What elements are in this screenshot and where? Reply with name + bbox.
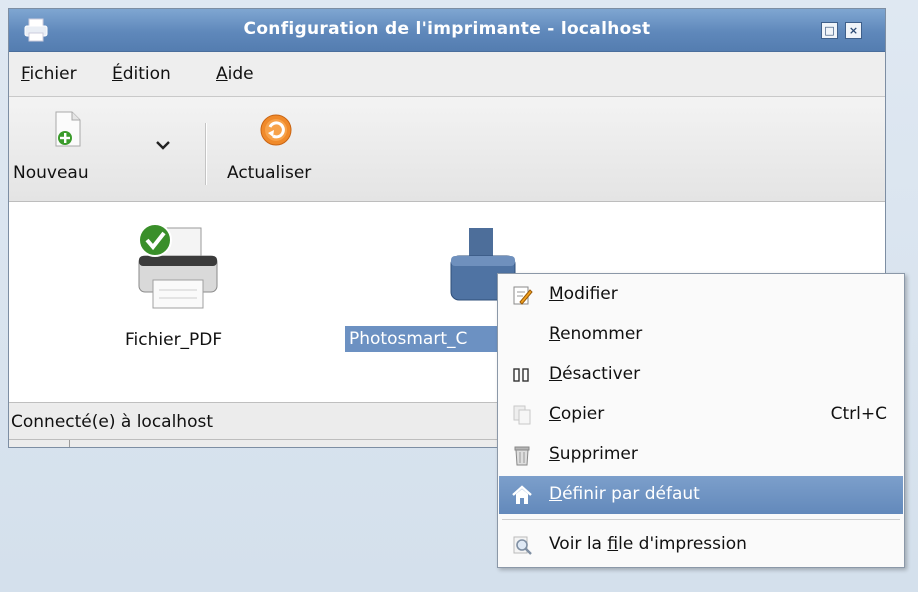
copier-shortcut: Ctrl+C — [830, 404, 887, 424]
new-button[interactable]: Nouveau — [9, 97, 139, 201]
close-button[interactable]: × — [845, 22, 862, 39]
menu-item-renommer[interactable]: Renommer — [499, 316, 903, 354]
chevron-down-icon — [156, 141, 170, 150]
edit-icon — [513, 286, 533, 305]
menu-item-supprimer[interactable]: Supprimer — [499, 436, 903, 474]
copy-icon — [513, 405, 531, 425]
refresh-button[interactable]: Actualiser — [221, 97, 341, 201]
context-menu: Modifier Renommer Désactiver Copier Ctrl… — [497, 273, 905, 568]
new-label: Nouveau — [13, 163, 89, 183]
printer-name-selected: Photosmart_C — [345, 326, 505, 352]
refresh-icon — [260, 114, 292, 146]
toolbar-separator — [205, 123, 206, 185]
home-icon — [512, 485, 532, 504]
printer-name: Fichier_PDF — [125, 330, 223, 350]
trash-icon — [514, 446, 530, 466]
window-title: Configuration de l'imprimante - localhos… — [243, 19, 651, 39]
menu-item-voir-file[interactable]: Voir la file d'impression — [499, 526, 903, 564]
menu-separator — [502, 519, 900, 520]
refresh-label: Actualiser — [227, 163, 312, 183]
pause-icon — [513, 368, 529, 382]
menu-item-copier[interactable]: Copier Ctrl+C — [499, 396, 903, 434]
status-grip — [69, 440, 70, 447]
search-icon — [513, 536, 532, 555]
menu-edition[interactable]: Édition — [112, 64, 171, 84]
menu-fichier[interactable]: Fichier — [21, 64, 77, 84]
printer-icon — [138, 223, 218, 309]
menu-aide[interactable]: Aide — [216, 64, 254, 84]
menu-item-definir-par-defaut[interactable]: Définir par défaut — [499, 476, 903, 514]
toolbar: Nouveau Actualiser — [9, 97, 885, 202]
printer-item[interactable]: Fichier_PDF — [109, 212, 249, 362]
maximize-button[interactable]: □ — [821, 22, 838, 39]
status-text: Connecté(e) à localhost — [11, 412, 214, 432]
new-document-icon — [55, 111, 81, 147]
title-bar[interactable]: Configuration de l'imprimante - localhos… — [9, 9, 885, 52]
menu-bar: Fichier Édition Aide — [9, 52, 885, 97]
printer-item-selected[interactable]: Photosmart_C — [345, 212, 516, 362]
new-dropdown-button[interactable] — [143, 127, 183, 167]
menu-item-desactiver[interactable]: Désactiver — [499, 356, 903, 394]
menu-item-modifier[interactable]: Modifier — [499, 276, 903, 314]
